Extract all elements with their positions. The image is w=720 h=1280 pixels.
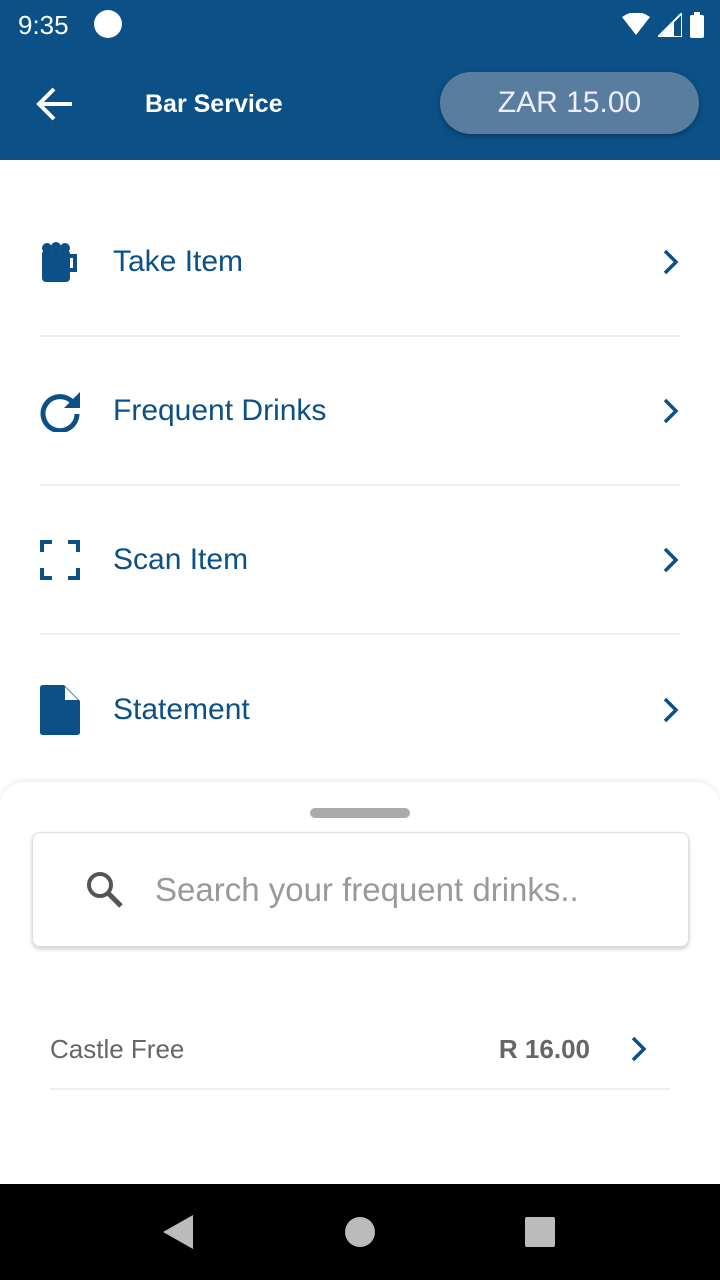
drink-row[interactable]: Castle Free R 16.00 <box>50 1010 670 1090</box>
app-notification-icon <box>94 10 122 38</box>
search-icon <box>87 871 123 908</box>
wifi-icon <box>622 13 650 35</box>
menu-list: Take Item Frequent Drinks Scan Item Stat… <box>0 188 720 784</box>
recents-nav-icon[interactable] <box>525 1217 555 1247</box>
menu-item-label: Frequent Drinks <box>113 393 327 427</box>
back-arrow-icon[interactable] <box>36 86 74 122</box>
beer-mug-icon <box>40 241 80 282</box>
drag-handle[interactable] <box>310 808 410 818</box>
signal-icon <box>658 13 682 37</box>
chevron-right-icon <box>631 1036 647 1062</box>
menu-item-label: Take Item <box>113 244 244 278</box>
menu-item-label: Scan Item <box>113 542 249 576</box>
page-title: Bar Service <box>145 90 283 118</box>
frequent-drinks-sheet: Castle Free R 16.00 <box>0 782 720 1184</box>
chevron-right-icon <box>663 249 679 274</box>
menu-item-scan-item[interactable]: Scan Item <box>40 486 680 635</box>
status-bar: 9:35 <box>0 0 720 50</box>
balance-button[interactable]: ZAR 15.00 <box>440 72 699 134</box>
app-bar: 9:35 Bar Service ZAR 15.00 <box>0 0 720 160</box>
search-input[interactable] <box>155 870 655 909</box>
search-box[interactable] <box>32 832 689 947</box>
system-nav-bar <box>0 1184 720 1280</box>
status-time: 9:35 <box>18 10 69 40</box>
battery-icon <box>690 12 704 38</box>
menu-item-take-item[interactable]: Take Item <box>40 188 680 337</box>
home-nav-icon[interactable] <box>344 1216 376 1248</box>
drink-name: Castle Free <box>50 1033 185 1064</box>
drink-price: R 16.00 <box>498 1033 590 1064</box>
chevron-right-icon <box>663 697 679 722</box>
document-icon <box>40 684 80 735</box>
chevron-right-icon <box>663 398 679 423</box>
back-nav-icon[interactable] <box>163 1215 193 1249</box>
menu-item-label: Statement <box>113 692 250 726</box>
scan-icon <box>40 539 80 580</box>
menu-item-frequent-drinks[interactable]: Frequent Drinks <box>40 337 680 486</box>
refresh-icon <box>40 391 80 432</box>
menu-item-statement[interactable]: Statement <box>40 635 680 784</box>
chevron-right-icon <box>663 547 679 572</box>
